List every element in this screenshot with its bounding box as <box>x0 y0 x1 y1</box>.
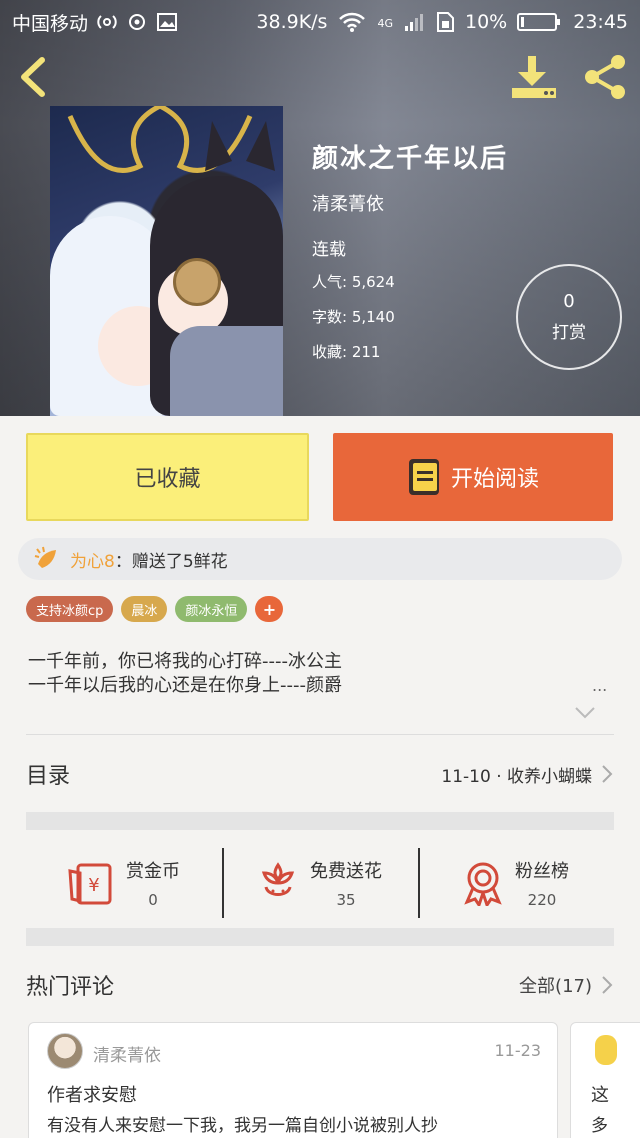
book-title: 颜冰之千年以后 <box>312 144 509 174</box>
tag-list: 支持冰颜cp 晨冰 颜冰永恒 + <box>26 596 284 622</box>
tip-button[interactable]: 0 打赏 <box>516 264 622 370</box>
red-envelope-icon: ¥ <box>68 863 112 905</box>
book-intro: 一千年前，你已将我的心打碎----冰公主 一千年以后我的心还是在你身上----颜… <box>28 650 342 698</box>
add-tag-button[interactable]: + <box>255 596 284 622</box>
action-label: 免费送花 <box>310 861 382 882</box>
cover-coin <box>173 258 221 306</box>
download-icon[interactable] <box>508 52 560 102</box>
tag-item[interactable]: 颜冰永恒 <box>175 596 248 622</box>
book-icon <box>408 459 439 495</box>
action-value: 220 <box>527 891 557 909</box>
start-reading-button[interactable]: 开始阅读 <box>333 433 613 521</box>
gift-user[interactable]: 为心8 <box>70 547 115 572</box>
action-label: 赏金币 <box>126 861 180 882</box>
comments-title: 热门评论 <box>26 975 115 1000</box>
table-of-contents-row[interactable]: 目录 11-10 · 收养小蝴蝶 <box>26 740 614 808</box>
section-separator <box>26 812 614 830</box>
book-word-count: 字数: 5,140 <box>312 308 395 326</box>
hotspot-icon <box>97 15 117 29</box>
book-author[interactable]: 清柔菁依 <box>312 190 384 216</box>
comments-header: 热门评论 全部(17) <box>26 960 614 1010</box>
clock: 23:45 <box>573 11 628 33</box>
intro-line: 一千年前，你已将我的心打碎----冰公主 <box>28 651 342 672</box>
cell-signal-icon <box>405 14 423 31</box>
gift-text: ：赠送了5鲜花 <box>114 551 228 572</box>
toc-title: 目录 <box>26 764 71 789</box>
book-collections: 收藏: 211 <box>312 343 381 361</box>
signal-ring-icon <box>129 14 146 30</box>
status-bar: 中国移动 38.9K/s 4G 10% 23:45 <box>0 0 640 44</box>
divider <box>26 734 614 735</box>
collected-button[interactable]: 已收藏 <box>26 433 309 521</box>
comment-title: 这 <box>591 1085 609 1106</box>
battery-icon <box>517 13 561 31</box>
comment-body: 有没有人来安慰一下我，我另一篇自创小说被别人抄 <box>47 1116 438 1136</box>
action-value: 35 <box>336 891 356 909</box>
comment-user[interactable]: 清柔菁依 <box>93 1041 161 1066</box>
book-popularity: 人气: 5,624 <box>312 273 395 291</box>
toc-latest-chapter: 11-10 · 收养小蝴蝶 <box>441 766 592 787</box>
network-type: 4G <box>377 17 393 30</box>
image-icon <box>157 13 178 31</box>
battery-level <box>521 17 525 27</box>
tag-item[interactable]: 支持冰颜cp <box>26 596 114 622</box>
network-speed: 38.9K/s <box>256 11 328 33</box>
free-flower-action[interactable]: 免费送花 35 <box>222 836 418 930</box>
action-value: 0 <box>148 891 158 909</box>
start-reading-label: 开始阅读 <box>450 467 539 492</box>
chevron-right-icon <box>602 765 613 783</box>
comment-body: 多 <box>591 1116 608 1136</box>
coin-reward-action[interactable]: ¥ 赏金币 0 <box>26 836 222 930</box>
section-separator <box>26 928 614 946</box>
carrier-label: 中国移动 <box>12 12 89 35</box>
medal-icon <box>464 862 502 906</box>
avatar[interactable] <box>595 1035 617 1065</box>
avatar[interactable] <box>47 1033 83 1069</box>
support-actions: ¥ 赏金币 0 免费送花 35 粉丝榜 220 <box>26 836 614 930</box>
cover-robe <box>170 326 283 416</box>
svg-text:¥: ¥ <box>88 875 99 896</box>
comment-card[interactable]: 清柔菁依 11-23 作者求安慰 有没有人来安慰一下我，我另一篇自创小说被别人抄 <box>28 1022 558 1138</box>
tag-item[interactable]: 晨冰 <box>121 596 168 622</box>
fan-ranking-action[interactable]: 粉丝榜 220 <box>418 836 614 930</box>
comment-title: 作者求安慰 <box>47 1085 137 1106</box>
megaphone-icon <box>34 546 56 568</box>
chevron-right-icon[interactable] <box>600 975 614 995</box>
book-status: 连载 <box>312 240 346 260</box>
chevron-down-icon[interactable] <box>574 705 596 721</box>
sim-icon <box>437 12 454 32</box>
intro-ellipsis: ... <box>592 676 608 695</box>
cover-cat-ears <box>205 121 275 171</box>
collected-label: 已收藏 <box>134 467 201 492</box>
all-comments-link[interactable]: 全部(17) <box>519 972 592 998</box>
tip-count: 0 <box>563 291 575 312</box>
tip-label: 打赏 <box>552 323 586 343</box>
action-label: 粉丝榜 <box>515 861 569 882</box>
book-cover[interactable] <box>50 106 283 416</box>
share-icon[interactable] <box>580 52 630 102</box>
comment-card[interactable]: 这 多 <box>570 1022 640 1138</box>
back-icon[interactable] <box>14 52 54 102</box>
battery-percent: 10% <box>465 11 508 33</box>
wifi-icon <box>339 12 366 32</box>
intro-line: 一千年以后我的心还是在你身上----颜爵 <box>28 675 342 696</box>
gift-banner[interactable]: 为心8 ：赠送了5鲜花 <box>18 538 622 580</box>
flower-icon <box>261 862 295 896</box>
comment-date: 11-23 <box>494 1041 542 1060</box>
